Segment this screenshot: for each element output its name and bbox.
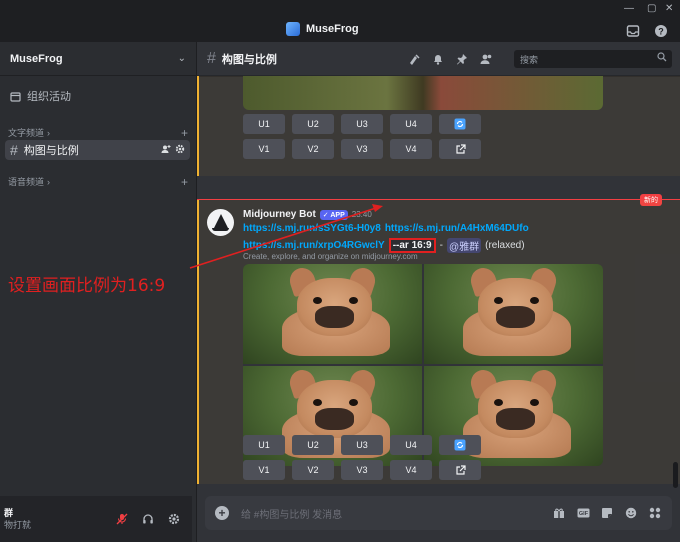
invite-icon[interactable] bbox=[161, 144, 171, 156]
generation-mode: (relaxed) bbox=[485, 240, 525, 251]
maximize-button[interactable]: ▢ bbox=[647, 3, 656, 14]
message-composer[interactable]: + 给 #构图与比例 发消息 GIF bbox=[205, 496, 672, 530]
refresh-icon bbox=[454, 118, 466, 130]
prompt-link-2[interactable]: https://s.mj.run/A4HxM64DUfo bbox=[385, 223, 529, 234]
reroll-button[interactable] bbox=[439, 114, 481, 134]
category-label: 语音频道 bbox=[8, 177, 45, 187]
apps-icon[interactable] bbox=[648, 506, 662, 520]
minimize-button[interactable]: — bbox=[624, 3, 634, 14]
pin-icon[interactable] bbox=[455, 52, 469, 66]
server-name: MuseFrog bbox=[10, 52, 63, 65]
variation-2-button[interactable]: V2 bbox=[292, 139, 334, 159]
events-item[interactable]: 组织活动 bbox=[10, 88, 71, 104]
upscale-2-button[interactable]: U2 bbox=[292, 435, 334, 455]
grid-image-1[interactable] bbox=[243, 264, 422, 364]
add-channel-icon[interactable]: + bbox=[181, 175, 188, 189]
external-link-icon bbox=[455, 143, 466, 154]
help-icon[interactable]: ? bbox=[654, 24, 668, 38]
member-list-icon[interactable] bbox=[479, 52, 493, 66]
aspect-ratio-param: --ar 16:9 bbox=[388, 238, 436, 253]
grid-image-2[interactable] bbox=[424, 264, 603, 364]
add-attachment-icon[interactable]: + bbox=[215, 506, 229, 520]
user-status: 物打就 bbox=[4, 520, 32, 530]
app-logo-icon bbox=[286, 22, 300, 36]
hash-icon: # bbox=[10, 142, 18, 158]
mute-mic-icon[interactable] bbox=[112, 509, 132, 529]
upscale-1-button[interactable]: U1 bbox=[243, 114, 285, 134]
variation-1-button[interactable]: V1 bbox=[243, 139, 285, 159]
add-channel-icon[interactable]: + bbox=[181, 126, 188, 140]
app-title-text: MuseFrog bbox=[306, 23, 359, 35]
chevron-right-icon: › bbox=[47, 176, 51, 187]
search-placeholder: 搜索 bbox=[520, 55, 539, 65]
previous-image-grid[interactable] bbox=[243, 76, 603, 110]
timestamp: 23:40 bbox=[351, 210, 372, 219]
annotation-text: 设置画面比例为16:9 bbox=[8, 276, 166, 296]
user-mention[interactable]: @雅群 bbox=[446, 238, 482, 253]
close-button[interactable]: ✕ bbox=[665, 3, 673, 14]
bell-icon[interactable] bbox=[431, 52, 445, 66]
upscale-3-button[interactable]: U3 bbox=[341, 435, 383, 455]
channel-name: 构图与比例 bbox=[23, 145, 79, 157]
chevron-down-icon: ⌄ bbox=[177, 53, 186, 64]
variation-2-button[interactable]: V2 bbox=[292, 460, 334, 480]
app-title: MuseFrog bbox=[286, 22, 359, 36]
upscale-4-button[interactable]: U4 bbox=[390, 435, 432, 455]
inbox-icon[interactable] bbox=[626, 24, 640, 38]
scrollbar[interactable] bbox=[673, 462, 678, 488]
chevron-right-icon: › bbox=[47, 127, 51, 138]
variation-3-button[interactable]: V3 bbox=[341, 139, 383, 159]
app-badge: ✓ APP bbox=[319, 209, 348, 220]
reroll-button[interactable] bbox=[439, 435, 481, 455]
upscale-2-button[interactable]: U2 bbox=[292, 114, 334, 134]
variation-4-button[interactable]: V4 bbox=[390, 139, 432, 159]
upscale-1-button[interactable]: U1 bbox=[243, 435, 285, 455]
prompt-link-1[interactable]: https://s.mj.run/sSYGt6-H0y8 bbox=[243, 223, 381, 234]
mention-highlight-bar bbox=[197, 200, 199, 484]
gift-icon[interactable] bbox=[552, 506, 566, 520]
composer-placeholder: 给 #构图与比例 发消息 bbox=[241, 509, 343, 521]
embed-description: Create, explore, and organize on midjour… bbox=[243, 252, 418, 261]
main-panel: # 构图与比例 搜索 U1 U2 U3 U4 V1 V2 V3 V4 新的 Mi… bbox=[197, 42, 680, 542]
mention-highlight-bar bbox=[197, 76, 199, 176]
message-list: U1 U2 U3 U4 V1 V2 V3 V4 新的 Midjourney Bo… bbox=[197, 76, 680, 484]
svg-text:GIF: GIF bbox=[578, 511, 588, 517]
threads-icon[interactable] bbox=[407, 52, 421, 66]
server-header[interactable]: MuseFrog ⌄ bbox=[0, 42, 196, 76]
category-voice-channels[interactable]: 语音频道 › + bbox=[8, 175, 188, 189]
channel-item-active[interactable]: # 构图与比例 bbox=[5, 140, 190, 160]
variation-3-button[interactable]: V3 bbox=[341, 460, 383, 480]
category-label: 文字频道 bbox=[8, 128, 45, 138]
gif-icon[interactable]: GIF bbox=[576, 506, 590, 520]
prompt-link-3[interactable]: https://s.mj.run/xrpO4RGwclY bbox=[243, 240, 385, 251]
upscale-3-button[interactable]: U3 bbox=[341, 114, 383, 134]
search-input[interactable]: 搜索 bbox=[514, 50, 672, 68]
external-link-icon bbox=[455, 464, 466, 475]
title-bar: — ▢ ✕ MuseFrog ? bbox=[0, 0, 680, 42]
hash-icon: # bbox=[207, 49, 216, 67]
bot-avatar[interactable] bbox=[207, 209, 234, 236]
headphones-icon[interactable] bbox=[138, 509, 158, 529]
user-panel[interactable]: 群 物打就 bbox=[0, 496, 192, 542]
sticker-icon[interactable] bbox=[600, 506, 614, 520]
refresh-icon bbox=[454, 439, 466, 451]
user-settings-gear-icon[interactable] bbox=[164, 509, 184, 529]
category-text-channels[interactable]: 文字频道 › + bbox=[8, 126, 188, 140]
calendar-icon bbox=[10, 91, 21, 102]
svg-text:?: ? bbox=[658, 27, 664, 37]
open-link-button[interactable] bbox=[439, 460, 481, 480]
variation-1-button[interactable]: V1 bbox=[243, 460, 285, 480]
search-icon bbox=[657, 52, 667, 65]
variation-4-button[interactable]: V4 bbox=[390, 460, 432, 480]
events-label: 组织活动 bbox=[27, 91, 71, 103]
gear-icon[interactable] bbox=[175, 144, 185, 156]
username: 群 bbox=[4, 508, 14, 518]
channel-title: 构图与比例 bbox=[221, 53, 277, 66]
author-name[interactable]: Midjourney Bot bbox=[243, 209, 316, 220]
emoji-icon[interactable] bbox=[624, 506, 638, 520]
upscale-4-button[interactable]: U4 bbox=[390, 114, 432, 134]
open-link-button[interactable] bbox=[439, 139, 481, 159]
